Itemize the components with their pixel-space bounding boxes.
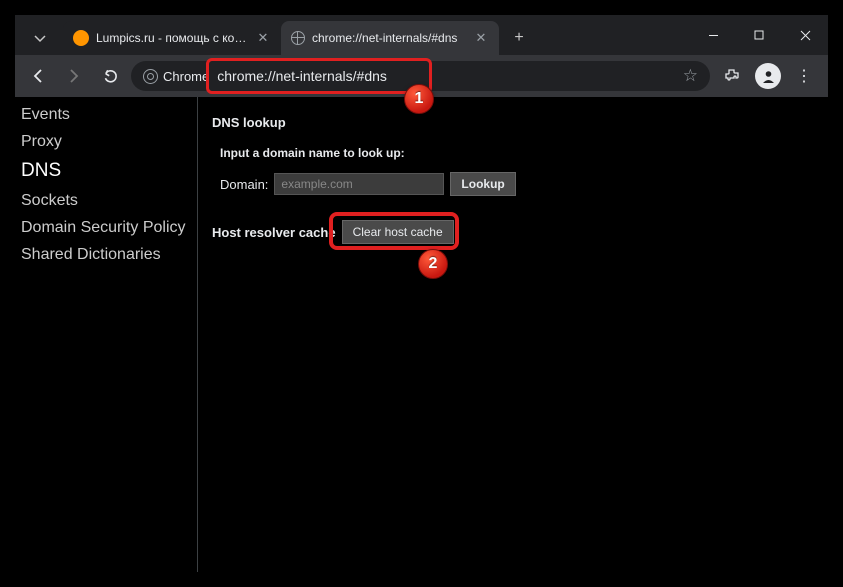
close-icon[interactable]: ✕ (473, 30, 489, 46)
sidebar-label: Sockets (21, 192, 78, 209)
window-controls (690, 15, 828, 55)
annotation-callout-2: 2 (418, 249, 448, 279)
tab-title: Lumpics.ru - помощь с компью (96, 31, 248, 45)
toolbar-right: ⋮ (716, 60, 820, 92)
domain-form-row: Domain: Lookup (220, 172, 814, 196)
sidebar: Events Proxy DNS Sockets Domain Security… (15, 97, 198, 572)
chip-label: Chrome (163, 69, 209, 84)
tab-net-internals[interactable]: chrome://net-internals/#dns ✕ (281, 21, 499, 55)
sidebar-item-proxy[interactable]: Proxy (15, 128, 197, 155)
sidebar-label: Proxy (21, 133, 62, 150)
sidebar-item-sockets[interactable]: Sockets (15, 187, 197, 214)
lumpics-favicon (73, 30, 89, 46)
lookup-button[interactable]: Lookup (450, 172, 515, 196)
maximize-button[interactable] (736, 15, 782, 55)
sidebar-item-shared-dictionaries[interactable]: Shared Dictionaries (15, 241, 197, 268)
close-window-button[interactable] (782, 15, 828, 55)
tab-title: chrome://net-internals/#dns (312, 31, 466, 45)
search-tabs-button[interactable] (23, 21, 57, 55)
dns-lookup-title: DNS lookup (212, 115, 814, 130)
sidebar-item-events[interactable]: Events (15, 101, 197, 128)
sidebar-label: DNS (21, 160, 61, 181)
close-icon[interactable]: ✕ (255, 30, 271, 46)
domain-input[interactable] (274, 173, 444, 195)
tab-lumpics[interactable]: Lumpics.ru - помощь с компью ✕ (63, 21, 281, 55)
chrome-chip: Chrome (143, 69, 209, 84)
new-tab-button[interactable]: + (505, 24, 533, 52)
bookmark-star-icon[interactable]: ☆ (683, 66, 698, 86)
globe-favicon (291, 31, 305, 45)
chrome-icon (143, 69, 158, 84)
cache-row: Host resolver cache Clear host cache (212, 220, 814, 244)
instruction-text: Input a domain name to look up: (220, 146, 814, 160)
titlebar: Lumpics.ru - помощь с компью ✕ chrome://… (15, 15, 828, 55)
profile-button[interactable] (752, 60, 784, 92)
sidebar-item-domain-security[interactable]: Domain Security Policy (15, 214, 197, 241)
cache-label: Host resolver cache (212, 225, 336, 240)
sidebar-label: Domain Security Policy (21, 219, 186, 236)
tab-strip: Lumpics.ru - помощь с компью ✕ chrome://… (15, 15, 690, 55)
reload-button[interactable] (95, 61, 125, 91)
clear-host-cache-button[interactable]: Clear host cache (342, 220, 454, 244)
domain-label: Domain: (220, 177, 268, 192)
menu-button[interactable]: ⋮ (788, 60, 820, 92)
sidebar-label: Shared Dictionaries (21, 246, 161, 263)
extensions-button[interactable] (716, 60, 748, 92)
forward-button[interactable] (59, 61, 89, 91)
annotation-callout-1: 1 (404, 84, 434, 114)
minimize-button[interactable] (690, 15, 736, 55)
sidebar-item-dns[interactable]: DNS (15, 155, 197, 187)
avatar-icon (755, 63, 781, 89)
main-panel: DNS lookup Input a domain name to look u… (198, 97, 828, 572)
sidebar-label: Events (21, 106, 70, 123)
url-text: chrome://net-internals/#dns (217, 68, 387, 84)
back-button[interactable] (23, 61, 53, 91)
content-area: Events Proxy DNS Sockets Domain Security… (15, 97, 828, 572)
